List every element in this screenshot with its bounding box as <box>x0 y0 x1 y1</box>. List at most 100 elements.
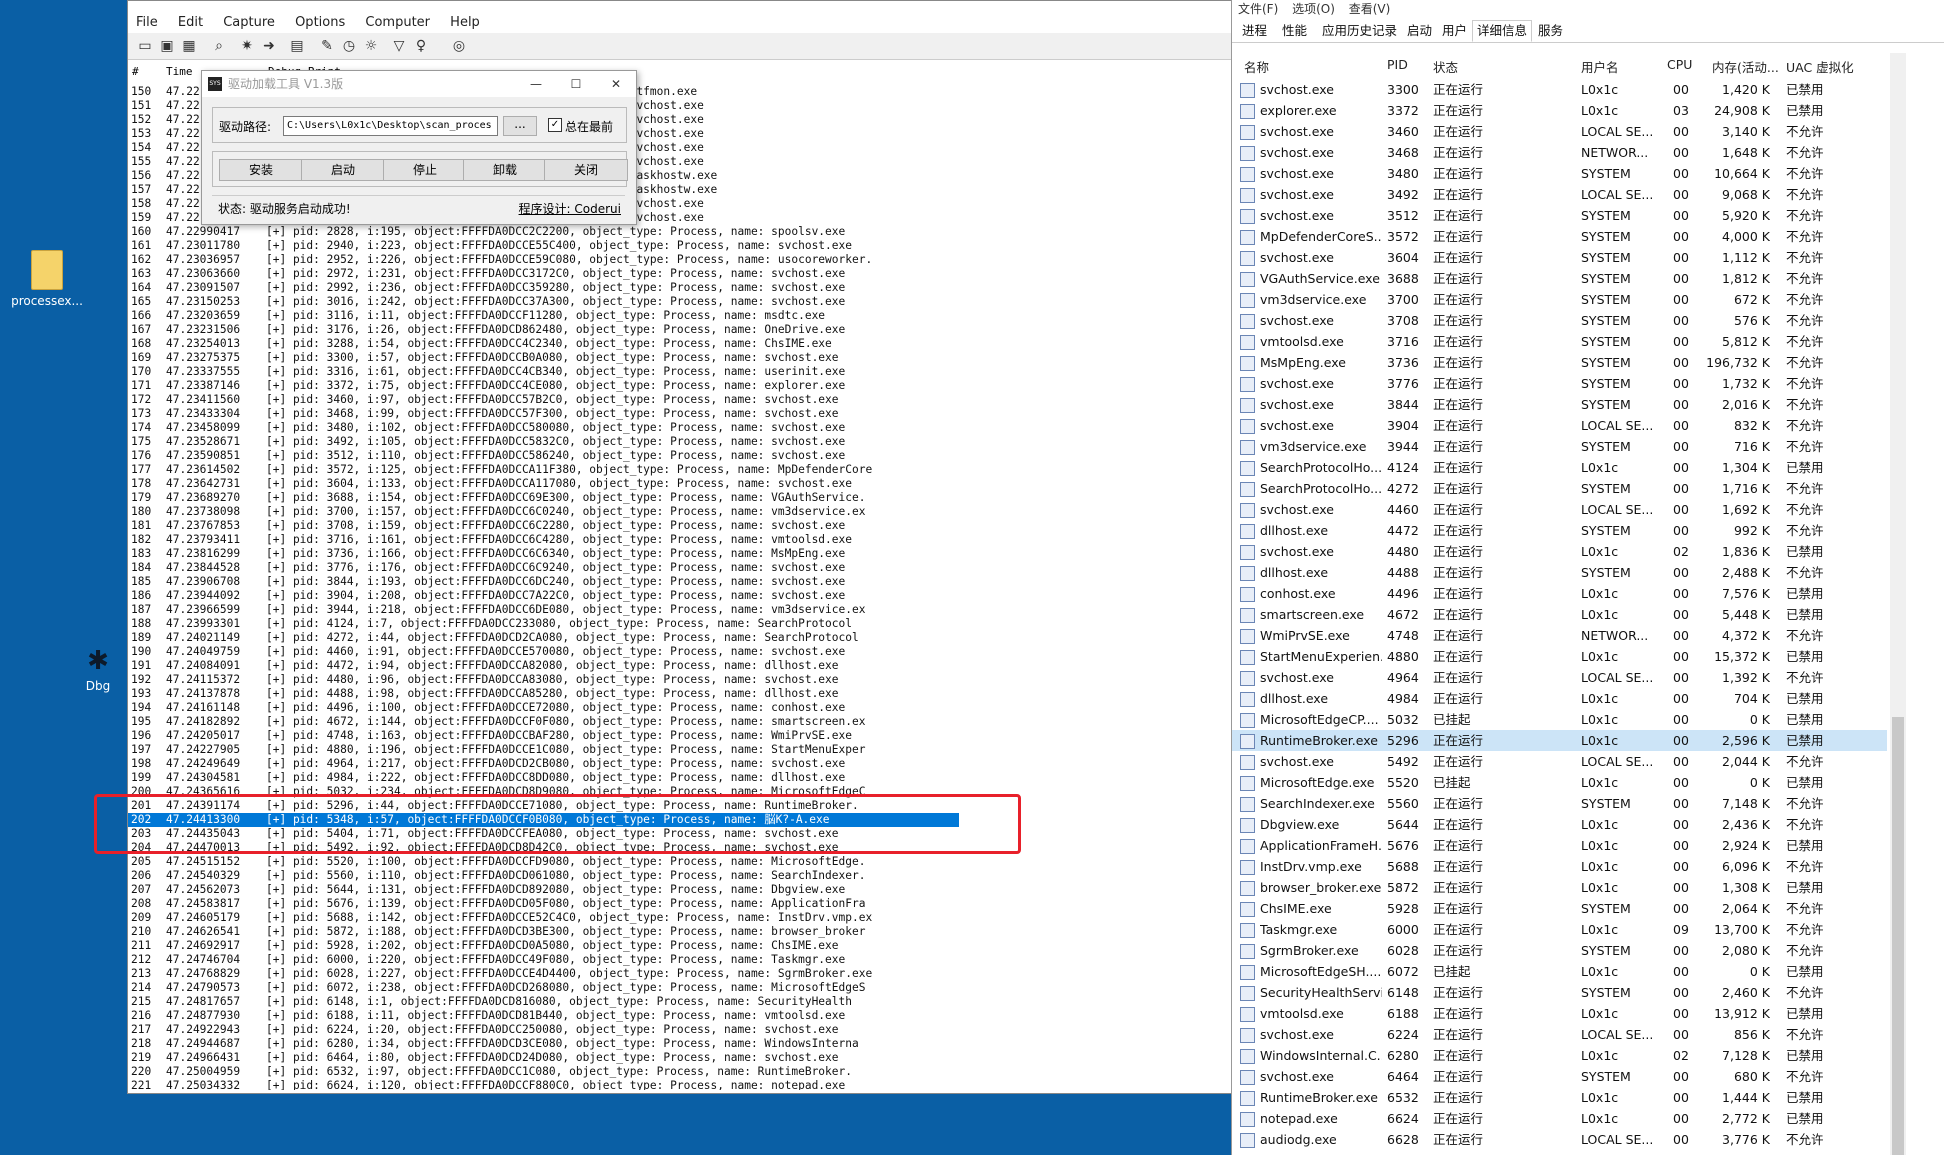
log-row[interactable]: 186 47.23944092 [+] pid: 3904, i:208, obje… <box>128 589 1232 603</box>
log-row[interactable]: 166 47.23203659 [+] pid: 3116, i:11, objec… <box>128 309 1232 323</box>
log-row[interactable]: 179 47.23689270 [+] pid: 3688, i:154, obje… <box>128 491 1232 505</box>
scrollbar-thumb[interactable] <box>1892 717 1904 1155</box>
install-button[interactable]: 安装 <box>219 159 303 181</box>
menu-edit[interactable]: Edit <box>170 13 211 32</box>
log-row[interactable]: 187 47.23966599 [+] pid: 3944, i:218, obje… <box>128 603 1232 617</box>
tab-services[interactable]: 服务 <box>1534 21 1567 41</box>
tab-app-history[interactable]: 应用历史记录 <box>1318 21 1401 41</box>
menu-help[interactable]: Help <box>442 13 488 32</box>
log-row[interactable]: 195 47.24182892 [+] pid: 4672, i:144, obje… <box>128 715 1232 729</box>
autoscroll-icon[interactable]: ➜ <box>260 37 278 55</box>
open-icon[interactable]: ▭ <box>136 37 154 55</box>
maximize-icon[interactable]: ☐ <box>556 71 596 97</box>
log-row[interactable]: 182 47.23793411 [+] pid: 3716, i:161, obje… <box>128 533 1232 547</box>
process-row[interactable]: svchost.exe 3480 正在运行 SYSTEM 00 10,664 K 不允许 <box>1232 163 1887 184</box>
process-row[interactable]: dllhost.exe 4472 正在运行 SYSTEM 00 992 K 不允许 <box>1232 520 1887 541</box>
log-row[interactable]: 181 47.23767853 [+] pid: 3708, i:159, obje… <box>128 519 1232 533</box>
process-row[interactable]: Dbgview.exe 5644 正在运行 L0x1c 00 2,436 K 不允许 <box>1232 814 1887 835</box>
column-memory[interactable]: 内存(活动... <box>1712 57 1779 76</box>
log-row[interactable]: 209 47.24605179 [+] pid: 5688, i:142, obje… <box>128 911 1232 925</box>
process-row[interactable]: VGAuthService.exe 3688 正在运行 SYSTEM 00 1,812 K… <box>1232 268 1887 289</box>
process-row[interactable]: svchost.exe 5492 正在运行 LOCAL SE... 00 2,044 K 不… <box>1232 751 1887 772</box>
log-row[interactable]: 176 47.23590851 [+] pid: 3512, i:110, obje… <box>128 449 1232 463</box>
log-row[interactable]: 193 47.24137878 [+] pid: 4488, i:98, objec… <box>128 687 1232 701</box>
column-uac[interactable]: UAC 虚拟化 <box>1786 57 1854 76</box>
tab-details[interactable]: 详细信息 <box>1472 20 1533 42</box>
process-row[interactable]: SecurityHealthServi... 6148 正在运行 SYSTEM 00 2,… <box>1232 982 1887 1003</box>
process-row[interactable]: SearchIndexer.exe 5560 正在运行 SYSTEM 00 7,148 K… <box>1232 793 1887 814</box>
process-row[interactable]: SearchProtocolHo... 4272 正在运行 SYSTEM 00 1,716… <box>1232 478 1887 499</box>
capture-icon[interactable]: ✷ <box>238 37 256 55</box>
credit-link[interactable]: 程序设计: Coderui <box>519 200 621 217</box>
log-row[interactable]: 212 47.24746704 [+] pid: 6000, i:220, obje… <box>128 953 1232 967</box>
log-row[interactable]: 207 47.24562073 [+] pid: 5644, i:131, obje… <box>128 883 1232 897</box>
log-row[interactable]: 190 47.24049759 [+] pid: 4460, i:91, objec… <box>128 645 1232 659</box>
log-row[interactable]: 173 47.23433304 [+] pid: 3468, i:99, objec… <box>128 407 1232 421</box>
browse-button[interactable]: ... <box>503 116 537 136</box>
process-row[interactable]: svchost.exe 3512 正在运行 SYSTEM 00 5,920 K 不允许 <box>1232 205 1887 226</box>
log-row[interactable]: 185 47.23906708 [+] pid: 3844, i:193, obje… <box>128 575 1232 589</box>
log-row[interactable]: 180 47.23738098 [+] pid: 3700, i:157, obje… <box>128 505 1232 519</box>
menu-computer[interactable]: Computer <box>357 13 438 32</box>
desktop-icon-processexplorer[interactable]: processex... <box>2 250 92 308</box>
log-row[interactable]: 177 47.23614502 [+] pid: 3572, i:125, obje… <box>128 463 1232 477</box>
log-row[interactable]: 219 47.24966431 [+] pid: 6464, i:80, objec… <box>128 1051 1232 1065</box>
process-row[interactable]: MsMpEng.exe 3736 正在运行 SYSTEM 00 196,732 K 不允许 <box>1232 352 1887 373</box>
process-row[interactable]: Taskmgr.exe 6000 正在运行 L0x1c 09 13,700 K 不允许 <box>1232 919 1887 940</box>
process-row[interactable]: svchost.exe 3492 正在运行 LOCAL SE... 00 9,068 K 不… <box>1232 184 1887 205</box>
process-row[interactable]: WindowsInternal.C... 6280 正在运行 L0x1c 02 7,128… <box>1232 1045 1887 1066</box>
log-row[interactable]: 218 47.24944687 [+] pid: 6280, i:34, objec… <box>128 1037 1232 1051</box>
log-row[interactable]: 164 47.23091507 [+] pid: 2992, i:236, obje… <box>128 281 1232 295</box>
log-row[interactable]: 221 47.25034332 [+] pid: 6624, i:120, obje… <box>128 1079 1232 1090</box>
log-row[interactable]: 163 47.23063660 [+] pid: 2972, i:231, obje… <box>128 267 1232 281</box>
log-row[interactable]: 213 47.24768829 [+] pid: 6028, i:227, obje… <box>128 967 1232 981</box>
process-row[interactable]: svchost.exe 3460 正在运行 LOCAL SE... 00 3,140 K 不… <box>1232 121 1887 142</box>
close-button[interactable]: 关闭 <box>544 159 628 181</box>
column-number[interactable]: # <box>132 65 139 78</box>
filter-icon[interactable]: ▽ <box>390 37 408 55</box>
desktop-icon-dbgview[interactable]: ✱ Dbg <box>68 645 128 693</box>
log-row[interactable]: 189 47.24021149 [+] pid: 4272, i:44, objec… <box>128 631 1232 645</box>
process-row[interactable]: svchost.exe 3468 正在运行 NETWOR... 00 1,648 K 不允许 <box>1232 142 1887 163</box>
process-row[interactable]: vm3dservice.exe 3700 正在运行 SYSTEM 00 672 K 不允许 <box>1232 289 1887 310</box>
menu-file[interactable]: File <box>128 13 166 32</box>
process-row[interactable]: RuntimeBroker.exe 5296 正在运行 L0x1c 00 2,596 K 已… <box>1232 730 1887 751</box>
menu-view[interactable]: 查看(V) <box>1349 2 1391 16</box>
process-row[interactable]: svchost.exe 3604 正在运行 SYSTEM 00 1,112 K 不允许 <box>1232 247 1887 268</box>
column-cpu[interactable]: CPU <box>1667 57 1692 72</box>
log-row[interactable]: 160 47.22990417 [+] pid: 2828, i:195, obje… <box>128 225 1232 239</box>
log-row[interactable]: 184 47.23844528 [+] pid: 3776, i:176, obje… <box>128 561 1232 575</box>
process-row[interactable]: dllhost.exe 4488 正在运行 SYSTEM 00 2,488 K 不允许 <box>1232 562 1887 583</box>
log-row[interactable]: 194 47.24161148 [+] pid: 4496, i:100, obje… <box>128 701 1232 715</box>
log-row[interactable]: 196 47.24205017 [+] pid: 4748, i:163, obje… <box>128 729 1232 743</box>
clock-icon[interactable]: ◷ <box>340 37 358 55</box>
tab-processes[interactable]: 进程 <box>1238 21 1271 41</box>
menu-file[interactable]: 文件(F) <box>1238 2 1278 16</box>
column-name[interactable]: 名称 <box>1244 57 1269 76</box>
tab-users[interactable]: 用户 <box>1438 21 1471 41</box>
close-icon[interactable]: ✕ <box>596 71 636 97</box>
column-username[interactable]: 用户名 <box>1581 57 1619 76</box>
process-row[interactable]: MicrosoftEdgeSH.... 6072 已挂起 L0x1c 00 0 K 已禁用 <box>1232 961 1887 982</box>
process-row[interactable]: svchost.exe 4964 正在运行 LOCAL SE... 00 1,392 K 不… <box>1232 667 1887 688</box>
debug-log-list[interactable]: 15047.22 object_type: Process, name: ctf… <box>128 85 1232 1090</box>
process-row[interactable]: StartMenuExperien... 4880 正在运行 L0x1c 00 15,37… <box>1232 646 1887 667</box>
process-row[interactable]: svchost.exe 3844 正在运行 SYSTEM 00 2,016 K 不允许 <box>1232 394 1887 415</box>
process-row[interactable]: SearchProtocolHo... 4124 正在运行 L0x1c 00 1,304 … <box>1232 457 1887 478</box>
process-row[interactable]: smartscreen.exe 4672 正在运行 L0x1c 00 5,448 K 已禁用 <box>1232 604 1887 625</box>
log-row[interactable]: 172 47.23411560 [+] pid: 3460, i:97, objec… <box>128 393 1232 407</box>
log-row[interactable]: 169 47.23275375 [+] pid: 3300, i:57, objec… <box>128 351 1232 365</box>
menu-options[interactable]: 选项(O) <box>1292 2 1335 16</box>
binoculars-icon[interactable]: ◎ <box>450 37 468 55</box>
log-row[interactable]: 206 47.24540329 [+] pid: 5560, i:110, obje… <box>128 869 1232 883</box>
process-row[interactable]: WmiPrvSE.exe 4748 正在运行 NETWOR... 00 4,372 K 不允… <box>1232 625 1887 646</box>
process-row[interactable]: ApplicationFrameH... 5676 正在运行 L0x1c 00 2,924… <box>1232 835 1887 856</box>
process-row[interactable]: vmtoolsd.exe 3716 正在运行 SYSTEM 00 5,812 K 不允许 <box>1232 331 1887 352</box>
process-row[interactable]: vm3dservice.exe 3944 正在运行 SYSTEM 00 716 K 不允许 <box>1232 436 1887 457</box>
process-row[interactable]: MicrosoftEdgeCP.... 5032 已挂起 L0x1c 00 0 K 已禁用 <box>1232 709 1887 730</box>
tab-performance[interactable]: 性能 <box>1278 21 1311 41</box>
log-row[interactable]: 167 47.23231506 [+] pid: 3176, i:26, objec… <box>128 323 1232 337</box>
edit-filter-icon[interactable]: ✎ <box>318 37 336 55</box>
column-time[interactable]: Time <box>166 65 193 78</box>
process-row[interactable]: svchost.exe 4480 正在运行 L0x1c 02 1,836 K 已禁用 <box>1232 541 1887 562</box>
